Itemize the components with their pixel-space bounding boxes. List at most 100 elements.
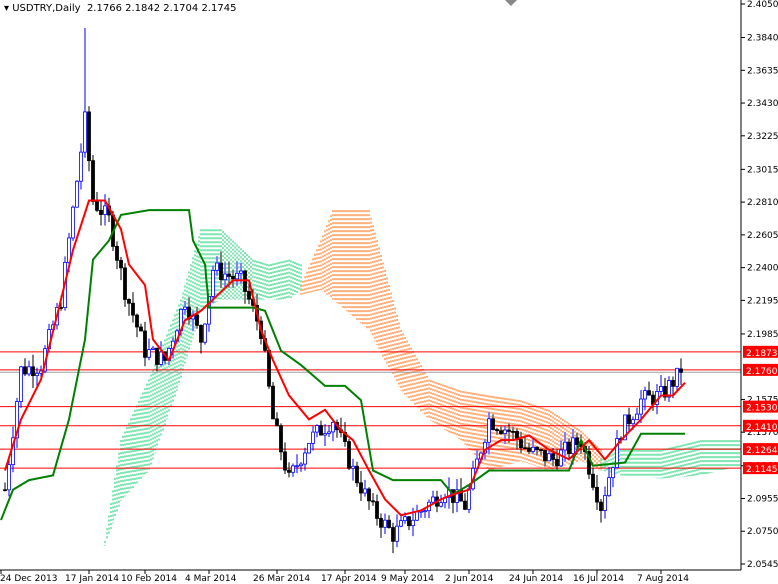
candle-body — [491, 418, 495, 430]
candle-body — [271, 385, 275, 420]
candle-body — [487, 418, 491, 443]
candle-body — [19, 366, 23, 402]
price-tick-label: 2.2605 — [747, 231, 778, 241]
level-label: 2.1145 — [746, 465, 778, 475]
candle-body — [395, 525, 399, 542]
price-tick-label: 2.0545 — [747, 560, 778, 570]
candle-body — [411, 519, 415, 527]
candle-body — [507, 429, 511, 432]
candle-body — [431, 496, 435, 503]
candle-body — [195, 314, 199, 326]
price-tick-label: 2.1985 — [747, 330, 778, 340]
candle-body — [523, 447, 527, 450]
candle-body — [387, 519, 391, 528]
candle-body — [539, 449, 543, 452]
level-label: 2.1873 — [746, 349, 778, 359]
candle-body — [75, 180, 79, 208]
candle-body — [595, 486, 599, 503]
candle-body — [87, 111, 91, 162]
level-label: 2.1530 — [746, 404, 778, 414]
candle-body — [679, 368, 683, 373]
candle-body — [519, 439, 523, 449]
candle-body — [267, 349, 271, 387]
candle-body — [647, 390, 651, 396]
candle-body — [355, 465, 359, 484]
candle-body — [119, 259, 123, 269]
price-tick-label: 2.3225 — [747, 132, 778, 142]
candle-body — [91, 160, 95, 202]
candle-body — [495, 429, 499, 432]
candle-body — [571, 437, 575, 454]
scroll-marker-icon — [505, 0, 517, 6]
candle-body — [239, 270, 243, 274]
candle-body — [375, 501, 379, 519]
candle-body — [303, 452, 307, 465]
candle-body — [287, 469, 291, 473]
candle-body — [403, 516, 407, 522]
candle-body — [283, 451, 287, 471]
candle-body — [383, 519, 387, 528]
candle-body — [83, 111, 87, 153]
price-tick-label: 2.3430 — [747, 99, 778, 109]
time-tick-label: 2 Jun 2014 — [445, 574, 494, 584]
candle-body — [359, 482, 363, 494]
candle-body — [347, 441, 351, 469]
candle-body — [399, 520, 403, 527]
candle-body — [131, 302, 135, 316]
candle-body — [291, 465, 295, 473]
price-chart[interactable]: 2.4050 2.3840 2.3635 2.3430 2.3225 2.3015 2.28… — [0, 0, 778, 584]
candle-body — [31, 366, 35, 377]
time-tick-label: 7 Aug 2014 — [637, 574, 689, 584]
candle-body — [639, 398, 643, 415]
time-tick-label: 24 Dec 2013 — [0, 574, 58, 584]
candle-body — [527, 447, 531, 452]
candle-body — [71, 206, 75, 239]
candle-body — [379, 518, 383, 528]
price-tick-label: 2.2195 — [747, 296, 778, 306]
candle-body — [415, 511, 419, 521]
time-tick-label: 17 Jan 2014 — [65, 574, 119, 584]
candle-body — [463, 500, 467, 510]
candle-body — [535, 446, 539, 451]
candle-body — [675, 367, 679, 387]
candle-body — [659, 386, 663, 392]
price-tick-label: 2.2810 — [747, 198, 778, 208]
candle-body — [231, 276, 235, 280]
candle-body — [327, 431, 331, 434]
candle-body — [319, 425, 323, 436]
candle-body — [147, 349, 151, 358]
candle-body — [3, 489, 7, 492]
price-tick-label: 2.0955 — [747, 494, 778, 504]
candle-body — [671, 380, 675, 387]
candle-body — [223, 273, 227, 281]
candle-body — [123, 267, 127, 300]
candle-body — [543, 450, 547, 462]
price-tick-label: 2.4050 — [747, 0, 778, 10]
candle-body — [299, 463, 303, 467]
level-label: 2.1410 — [746, 423, 778, 433]
candle-body — [547, 453, 551, 462]
candle-body — [531, 446, 535, 452]
candle-body — [227, 273, 231, 277]
candle-body — [363, 488, 367, 494]
candle-body — [275, 418, 279, 427]
candle-body — [567, 441, 571, 454]
kijun-sen-line — [0, 209, 685, 521]
candle-body — [503, 429, 507, 434]
candle-body — [143, 330, 147, 358]
candle-body — [367, 488, 371, 502]
candle-body — [643, 390, 647, 400]
candle-body — [603, 495, 607, 511]
candle-body — [559, 449, 563, 467]
candle-body — [439, 502, 443, 507]
candle-body — [219, 262, 223, 281]
candle-body — [199, 324, 203, 343]
candle-body — [315, 425, 319, 433]
candle-body — [323, 433, 327, 436]
candle-body — [235, 272, 239, 280]
candle-body — [7, 464, 11, 491]
time-tick-label: 24 Jun 2014 — [509, 574, 563, 584]
time-tick-label: 9 May 2014 — [381, 574, 434, 584]
candle-body — [135, 314, 139, 328]
candle-body — [155, 347, 159, 365]
